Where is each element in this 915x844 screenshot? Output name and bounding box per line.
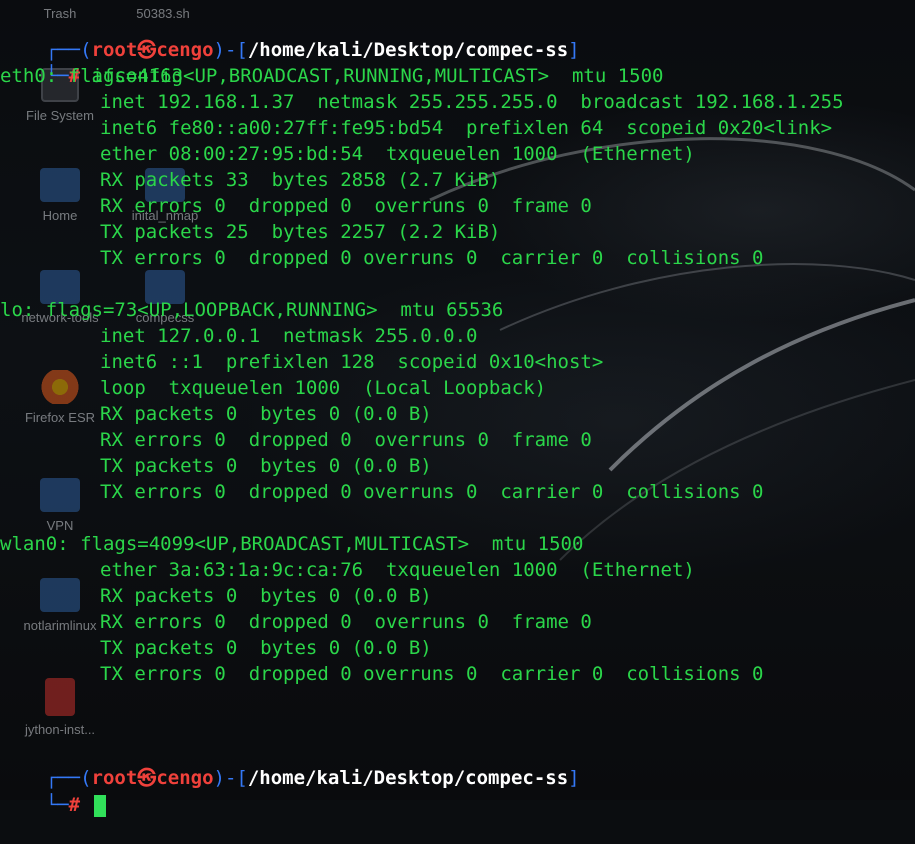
output-line: loop txqueuelen 1000 (Local Loopback) bbox=[100, 377, 547, 399]
prompt-corner: └─ bbox=[45, 794, 69, 816]
iface-name: lo: bbox=[0, 299, 35, 321]
output-line: RX errors 0 dropped 0 overruns 0 frame 0 bbox=[100, 611, 592, 633]
prompt-line-2: ┌──(root㉿cengo)-[/home/kali/Desktop/comp… bbox=[0, 739, 580, 789]
iface-name: wlan0: bbox=[0, 533, 69, 555]
output-line: TX packets 0 bytes 0 (0.0 B) bbox=[100, 455, 432, 477]
prompt-command-line-2[interactable]: └─# bbox=[0, 766, 106, 817]
terminal-cursor bbox=[93, 794, 106, 817]
output-line: inet 192.168.1.37 netmask 255.255.255.0 … bbox=[100, 91, 844, 113]
output-line: RX packets 33 bytes 2858 (2.7 KiB) bbox=[100, 169, 501, 191]
output-line: inet6 fe80::a00:27ff:fe95:bd54 prefixlen… bbox=[100, 117, 833, 139]
iface-wlan0-header: wlan0: flags=4099<UP,BROADCAST,MULTICAST… bbox=[0, 531, 583, 557]
prompt-close: ] bbox=[568, 39, 580, 61]
output-line: ether 08:00:27:95:bd:54 txqueuelen 1000 … bbox=[100, 143, 695, 165]
output-line: RX packets 0 bytes 0 (0.0 B) bbox=[100, 585, 432, 607]
prompt-mid: )-[ bbox=[213, 39, 248, 61]
prompt-mid: )-[ bbox=[213, 767, 248, 789]
iface-flags: flags=73<UP,LOOPBACK,RUNNING> mtu 65536 bbox=[45, 299, 504, 321]
output-line: TX errors 0 dropped 0 overruns 0 carrier… bbox=[100, 481, 764, 503]
output-line: TX packets 0 bytes 0 (0.0 B) bbox=[100, 637, 432, 659]
prompt-line-1: ┌──(root㉿cengo)-[/home/kali/Desktop/comp… bbox=[0, 11, 580, 61]
output-line: RX errors 0 dropped 0 overruns 0 frame 0 bbox=[100, 195, 592, 217]
output-line: TX packets 25 bytes 2257 (2.2 KiB) bbox=[100, 221, 501, 243]
output-line: inet 127.0.0.1 netmask 255.0.0.0 bbox=[100, 325, 478, 347]
output-line: TX errors 0 dropped 0 overruns 0 carrier… bbox=[100, 663, 764, 685]
output-line: ether 3a:63:1a:9c:ca:76 txqueuelen 1000 … bbox=[100, 559, 695, 581]
iface-eth0-header: eth0: flags=4163<UP,BROADCAST,RUNNING,MU… bbox=[0, 63, 663, 89]
output-line: RX errors 0 dropped 0 overruns 0 frame 0 bbox=[100, 429, 592, 451]
iface-flags: flags=4163<UP,BROADCAST,RUNNING,MULTICAS… bbox=[68, 65, 664, 87]
prompt-command-line-1: └─# ifconfig bbox=[0, 37, 183, 87]
iface-name: eth0: bbox=[0, 65, 58, 87]
prompt-symbol: ㉿ bbox=[137, 767, 157, 789]
output-line: TX errors 0 dropped 0 overruns 0 carrier… bbox=[100, 247, 764, 269]
terminal-output[interactable]: ┌──(root㉿cengo)-[/home/kali/Desktop/comp… bbox=[0, 0, 915, 817]
iface-lo-header: lo: flags=73<UP,LOOPBACK,RUNNING> mtu 65… bbox=[0, 297, 503, 323]
output-line: RX packets 0 bytes 0 (0.0 B) bbox=[100, 403, 432, 425]
prompt-close: ] bbox=[568, 767, 580, 789]
prompt-host: cengo bbox=[156, 767, 214, 789]
prompt-path: /home/kali/Desktop/compec-ss bbox=[247, 39, 569, 61]
output-line: inet6 ::1 prefixlen 128 scopeid 0x10<hos… bbox=[100, 351, 604, 373]
iface-flags: flags=4099<UP,BROADCAST,MULTICAST> mtu 1… bbox=[80, 533, 584, 555]
prompt-hash: # bbox=[68, 794, 81, 816]
prompt-path: /home/kali/Desktop/compec-ss bbox=[247, 767, 569, 789]
